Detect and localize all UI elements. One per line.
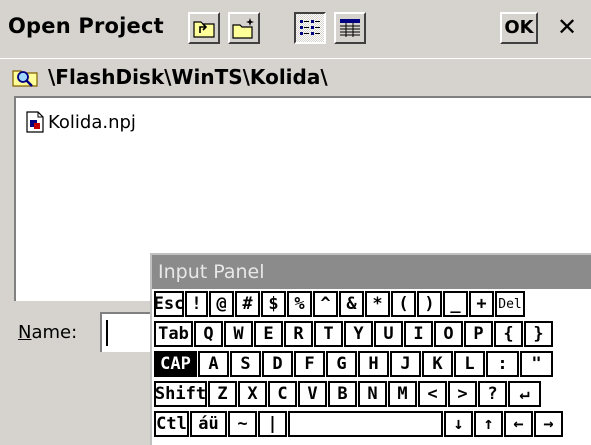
close-icon: ✕ xyxy=(556,13,578,41)
key[interactable]: & xyxy=(339,291,364,317)
key[interactable]: ↑ xyxy=(474,411,503,437)
key[interactable]: @ xyxy=(209,291,234,317)
key[interactable]: _ xyxy=(443,291,468,317)
key[interactable]: F xyxy=(294,351,325,377)
key[interactable]: R xyxy=(284,321,313,347)
key[interactable]: X xyxy=(238,381,267,407)
key[interactable]: N xyxy=(358,381,387,407)
close-button[interactable]: ✕ xyxy=(548,12,586,44)
key[interactable]: B xyxy=(328,381,357,407)
key[interactable]: D xyxy=(262,351,293,377)
key[interactable]: C xyxy=(268,381,297,407)
key[interactable]: ↓ xyxy=(444,411,473,437)
key[interactable]: ( xyxy=(391,291,416,317)
title-bar: Open Project OK ✕ xyxy=(0,0,591,58)
file-name: Kolida.npj xyxy=(48,111,136,133)
key[interactable]: P xyxy=(464,321,493,347)
folder-search-icon xyxy=(12,70,38,87)
up-folder-icon xyxy=(193,21,215,38)
key[interactable]: M xyxy=(388,381,417,407)
input-panel: Input Panel Esc! @ # $% ^ & *() _ + Del Tab Q W E R T Y U… xyxy=(150,253,591,445)
key[interactable]: E xyxy=(254,321,283,347)
up-folder-button[interactable] xyxy=(188,12,220,44)
list-view-icon xyxy=(300,20,320,35)
key[interactable]: : xyxy=(486,351,519,377)
list-item[interactable]: Kolida.npj xyxy=(26,110,136,134)
key[interactable]: " xyxy=(520,351,553,377)
key[interactable]: → xyxy=(534,411,563,437)
key[interactable]: { xyxy=(494,321,523,347)
key[interactable]: V xyxy=(298,381,327,407)
key[interactable]: ~ xyxy=(228,411,257,437)
key[interactable]: * xyxy=(365,291,390,317)
key-space[interactable] xyxy=(288,411,443,437)
key[interactable]: Esc xyxy=(154,291,184,317)
key[interactable]: Ctl xyxy=(154,411,189,437)
current-path: \FlashDisk\WinTS\Kolida\ xyxy=(48,65,328,89)
dialog-title: Open Project xyxy=(8,14,164,38)
key[interactable]: S xyxy=(230,351,261,377)
name-label: Name: xyxy=(18,322,78,343)
key[interactable]: $ xyxy=(261,291,286,317)
key[interactable]: Tab xyxy=(154,321,193,347)
key[interactable]: > xyxy=(448,381,477,407)
list-view-button[interactable] xyxy=(294,12,326,44)
key[interactable]: L xyxy=(454,351,485,377)
key[interactable]: # xyxy=(235,291,260,317)
new-folder-icon xyxy=(232,18,254,39)
key[interactable]: } xyxy=(524,321,553,347)
key[interactable]: O xyxy=(434,321,463,347)
key[interactable]: < xyxy=(418,381,447,407)
key[interactable]: A xyxy=(198,351,229,377)
key[interactable]: G xyxy=(326,351,357,377)
key[interactable]: | xyxy=(258,411,287,437)
key[interactable]: CAP xyxy=(154,351,197,377)
key[interactable]: Y xyxy=(344,321,373,347)
key[interactable]: Shift xyxy=(154,381,207,407)
ok-button[interactable]: OK xyxy=(500,12,538,44)
key[interactable]: Del xyxy=(495,291,525,317)
key[interactable]: T xyxy=(314,321,343,347)
key[interactable]: I xyxy=(404,321,433,347)
key[interactable]: % xyxy=(287,291,312,317)
text-caret xyxy=(106,320,108,346)
details-view-button[interactable] xyxy=(334,12,366,44)
key[interactable]: ^ xyxy=(313,291,338,317)
key[interactable]: Q xyxy=(194,321,223,347)
input-panel-title: Input Panel xyxy=(152,255,591,289)
key[interactable]: W xyxy=(224,321,253,347)
key[interactable]: ) xyxy=(417,291,442,317)
key[interactable]: áü xyxy=(190,411,227,437)
key[interactable]: ← xyxy=(504,411,533,437)
key[interactable]: K xyxy=(422,351,453,377)
key[interactable]: J xyxy=(390,351,421,377)
details-view-icon xyxy=(340,19,360,37)
key[interactable]: + xyxy=(469,291,494,317)
key[interactable]: U xyxy=(374,321,403,347)
key[interactable]: ! xyxy=(185,291,208,317)
key[interactable]: Z xyxy=(208,381,237,407)
key[interactable]: H xyxy=(358,351,389,377)
key[interactable]: ? xyxy=(478,381,507,407)
path-bar: \FlashDisk\WinTS\Kolida\ xyxy=(0,58,591,94)
project-file-icon xyxy=(26,111,44,133)
new-folder-button[interactable] xyxy=(228,12,260,44)
key[interactable]: ↵ xyxy=(508,381,541,407)
